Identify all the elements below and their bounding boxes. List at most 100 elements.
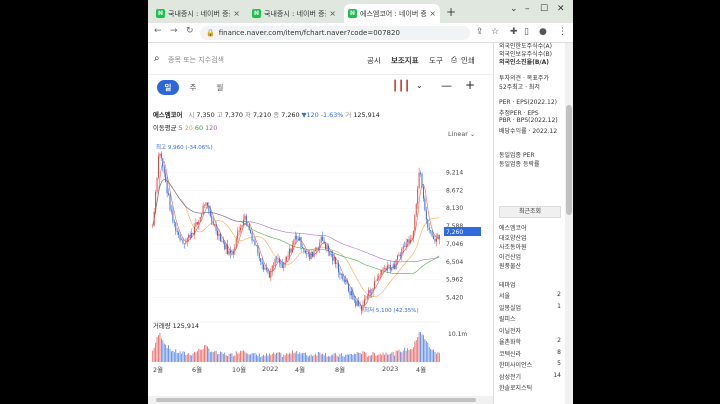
search-input[interactable]: 종목 또는 지수검색	[168, 55, 224, 65]
minimize-icon[interactable]: –	[525, 4, 530, 14]
print-link[interactable]: 인쇄	[461, 55, 475, 66]
candle	[379, 274, 381, 276]
volume-bar	[391, 352, 393, 362]
chart-header: ⌕ 종목 또는 지수검색 공시 보조지표 도구 ⎙ 인쇄	[148, 43, 493, 75]
moving-average-lines	[152, 161, 440, 307]
address-bar[interactable]: 🔒 finance.naver.com/item/fchart.naver?co…	[200, 26, 470, 40]
volume-bar	[310, 354, 312, 362]
new-tab-icon[interactable]: +	[446, 5, 456, 19]
volume-bar	[296, 350, 298, 362]
tab-2[interactable]: N 국내증시 : 네이버 증권 ×	[248, 4, 340, 23]
theme-item[interactable]: 이닐전자	[499, 326, 521, 335]
close-icon[interactable]: ×	[429, 9, 436, 18]
chevron-down-icon[interactable]: ⌄	[416, 81, 423, 90]
zoom-in-icon[interactable]: +	[465, 78, 475, 92]
share-icon[interactable]: ⇪	[476, 27, 484, 37]
candle	[363, 299, 365, 306]
volume-bar	[322, 353, 324, 362]
candle-type-icon[interactable]: ┃┃┃	[392, 81, 410, 92]
tab-search-chevron-icon[interactable]: ⌄	[510, 4, 518, 14]
period-weekly-button[interactable]: 주	[182, 80, 204, 95]
theme-item[interactable]: 릴피스	[499, 314, 516, 323]
theme-item[interactable]: 일몽실업	[499, 303, 521, 312]
candle	[214, 224, 216, 226]
forward-arrow-icon[interactable]: →	[170, 26, 178, 36]
theme-item[interactable]: 코텍신라	[499, 349, 521, 358]
volume-bar	[255, 354, 257, 362]
candle	[381, 270, 383, 275]
price-chart[interactable]: 9,2148,6728,1307,5887,0466,5045,9625,420…	[148, 140, 493, 398]
period-daily-button[interactable]: 일	[157, 80, 179, 95]
back-arrow-icon[interactable]: ←	[154, 26, 162, 36]
close-icon[interactable]: ×	[329, 9, 336, 18]
reload-icon[interactable]: ↻	[186, 26, 194, 36]
candle	[284, 261, 286, 263]
candle	[172, 210, 174, 222]
tab-1[interactable]: N 국내증시 : 네이버 증권 ×	[152, 4, 244, 23]
theme-item[interactable]: 한미사이언스	[499, 360, 532, 369]
volume-bar	[352, 354, 354, 362]
volume-bar	[215, 350, 217, 362]
window-close-icon[interactable]: ✕	[557, 4, 565, 14]
volume-bar	[273, 352, 275, 362]
profile-avatar-icon[interactable]: ●	[539, 27, 547, 37]
volume-bar	[189, 354, 191, 362]
bookmark-star-icon[interactable]: ☆	[491, 27, 499, 37]
recent-item[interactable]: 이건산업	[499, 252, 521, 261]
period-monthly-button[interactable]: 월	[209, 80, 231, 95]
candle	[289, 248, 291, 256]
volume-bar	[348, 354, 349, 362]
volume-bar	[253, 353, 254, 362]
zoom-out-icon[interactable]: —	[441, 79, 452, 92]
theme-count: 8	[557, 348, 561, 356]
recent-item[interactable]: 사조동아원	[499, 242, 527, 251]
theme-item[interactable]: 삼성전기	[499, 372, 521, 381]
volume-bar	[289, 352, 290, 362]
recent-item[interactable]: 원풍물산	[499, 261, 521, 270]
candle	[306, 252, 308, 254]
volume-bar	[261, 356, 263, 362]
vertical-scrollbar[interactable]	[565, 43, 573, 404]
extensions-icon[interactable]: ✚	[510, 27, 518, 37]
notice-link[interactable]: 공시	[367, 55, 381, 66]
print-icon[interactable]: ⎙	[451, 55, 457, 65]
volume-bar	[266, 353, 267, 362]
recent-item[interactable]: 대호양산업	[499, 233, 527, 242]
candle	[235, 238, 237, 247]
moving-average-legend[interactable]: 이동평균 5 20 60 120	[153, 123, 217, 132]
theme-count: 14	[553, 371, 561, 379]
candle	[304, 250, 306, 253]
candle	[166, 182, 168, 194]
maximize-icon[interactable]: ☐	[540, 4, 548, 14]
candle	[368, 289, 370, 297]
close-icon[interactable]: ×	[233, 9, 240, 18]
volume-bar	[250, 354, 252, 362]
theme-item[interactable]: 율촌화학	[499, 337, 521, 346]
candle	[165, 173, 167, 183]
recent-item[interactable]: 에스엠코어	[499, 223, 527, 232]
candle	[245, 215, 247, 225]
candle	[369, 289, 371, 294]
search-icon[interactable]: ⌕	[154, 53, 160, 64]
volume-bar	[423, 335, 424, 362]
horizontal-scrollbar[interactable]	[148, 396, 493, 404]
volume-bar	[224, 352, 226, 362]
scale-mode-dropdown[interactable]: Linear ⌄	[448, 130, 475, 138]
tab-3-active[interactable]: N 에스엠코어 : 네이버 증권 ×	[344, 4, 440, 23]
candle	[290, 248, 292, 253]
current-price-label: 7,260	[446, 229, 463, 236]
volume-bar	[299, 352, 301, 362]
menu-dots-icon[interactable]: ⋮	[558, 27, 567, 37]
volume-bar	[398, 349, 400, 362]
theme-item[interactable]: 한솔로지스틱	[499, 383, 532, 392]
volume-bar	[306, 355, 308, 362]
candle	[277, 258, 279, 260]
volume-bar	[302, 353, 303, 362]
indicator-link[interactable]: 보조지표	[391, 55, 419, 66]
volume-bar	[160, 338, 162, 362]
tool-link[interactable]: 도구	[429, 55, 443, 66]
volume-bar	[415, 340, 417, 362]
theme-item[interactable]: 서울	[499, 291, 510, 300]
candle	[310, 252, 312, 259]
sidebar-icon[interactable]: ▯	[524, 27, 529, 37]
